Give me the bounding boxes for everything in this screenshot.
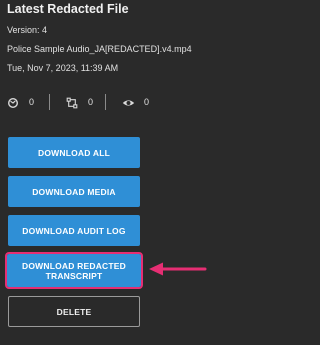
download-all-button[interactable]: DOWNLOAD ALL: [8, 137, 140, 168]
panel-title: Latest Redacted File: [7, 2, 129, 16]
file-timestamp: Tue, Nov 7, 2023, 11:39 AM: [7, 63, 119, 73]
stat-refresh: 0: [7, 94, 34, 110]
stat-views-value: 0: [144, 97, 150, 107]
download-media-button[interactable]: DOWNLOAD MEDIA: [8, 176, 140, 207]
stat-refresh-value: 0: [29, 97, 35, 107]
edit-icon: [66, 96, 78, 109]
delete-button[interactable]: DELETE: [8, 296, 140, 327]
stat-edit-value: 0: [88, 97, 94, 107]
download-redacted-transcript-button[interactable]: DOWNLOAD REDACTED TRANSCRIPT: [5, 252, 143, 289]
stat-views: 0: [122, 94, 149, 110]
file-details-panel: Latest Redacted File Version: 4 Police S…: [0, 0, 237, 345]
transcript-label-line2: TRANSCRIPT: [45, 270, 103, 281]
refresh-icon: [7, 96, 19, 109]
stat-edit: 0: [66, 94, 93, 110]
version-label: Version: 4: [7, 25, 48, 35]
stats-row: 0 0 0: [7, 94, 157, 110]
stats-divider: [105, 94, 106, 110]
file-name: Police Sample Audio_JA[REDACTED].v4.mp4: [7, 44, 192, 54]
eye-icon: [122, 96, 135, 108]
download-redacted-transcript-label: DOWNLOAD REDACTED TRANSCRIPT: [22, 261, 126, 281]
download-audit-log-button[interactable]: DOWNLOAD AUDIT LOG: [8, 215, 140, 246]
pointer-arrow-icon: [149, 262, 207, 276]
transcript-label-line1: DOWNLOAD REDACTED: [22, 260, 126, 271]
stats-divider: [49, 94, 50, 110]
